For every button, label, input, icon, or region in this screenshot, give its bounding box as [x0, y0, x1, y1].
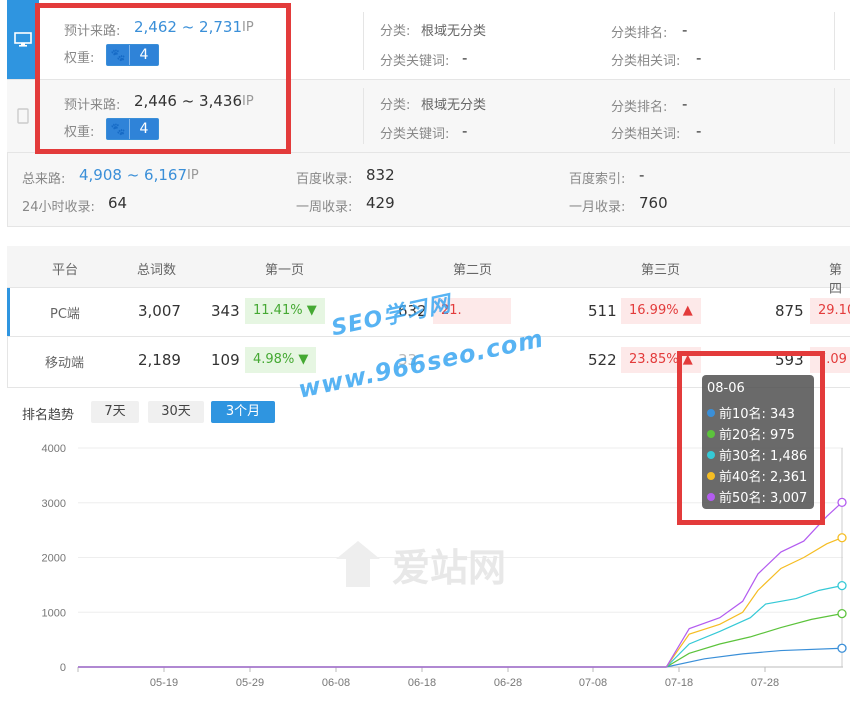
series-point-前50名 — [837, 497, 847, 508]
th-page4: 第四 — [829, 263, 843, 297]
cat-label-2: 分类: — [380, 98, 411, 113]
highlight-box-weights — [35, 3, 291, 154]
x-tick-label: 07-08 — [579, 677, 607, 689]
td-total-mobile: 2,189 — [138, 351, 181, 369]
aizhan-watermark: 爱站网 — [330, 537, 506, 592]
rank-value-1: - — [682, 21, 688, 39]
pct-p1-mobile: 4.98% ▼ — [245, 347, 317, 373]
catkw-value-2: - — [462, 122, 468, 140]
td-p1-pc: 343 — [211, 302, 240, 320]
catkw-label-1: 分类关键词: — [380, 54, 450, 69]
baidu-value: 832 — [366, 166, 395, 184]
th-page2: 第二页 — [453, 263, 493, 278]
range-7d-button[interactable]: 7天 — [91, 401, 139, 423]
month-value: 760 — [639, 194, 668, 212]
highlight-box-tooltip — [677, 351, 825, 525]
row-active-indicator — [7, 288, 10, 336]
total-label: 总来路: — [22, 172, 66, 187]
series-line-前30名 — [78, 585, 843, 668]
x-tick-label: 05-19 — [150, 677, 178, 689]
y-tick-label: 1000 — [42, 607, 66, 619]
pct-p1-pc: 11.41% ▼ — [245, 298, 325, 324]
x-tick-label: 06-28 — [494, 677, 522, 689]
rank-value-2: - — [682, 95, 688, 113]
trend-label: 排名趋势 — [22, 408, 75, 423]
week-label: 一周收录: — [296, 200, 353, 215]
td-platform-mobile: 移动端 — [45, 356, 85, 371]
rel-value-1: - — [696, 49, 702, 67]
rel-label-1: 分类相关词: — [611, 54, 681, 69]
rank-label-2: 分类排名: — [611, 100, 668, 115]
total-value: 4,908 ~ 6,167 — [79, 166, 187, 184]
series-line-前10名 — [78, 647, 843, 668]
th-page1: 第一页 — [265, 263, 305, 278]
monitor-icon — [14, 31, 32, 47]
row-divider — [7, 336, 850, 337]
td-p3-mobile: 522 — [588, 351, 617, 369]
table-header-row — [7, 246, 850, 288]
y-tick-label: 3000 — [42, 498, 66, 510]
td-total-pc: 3,007 — [138, 302, 181, 320]
x-tick-label: 07-28 — [751, 677, 779, 689]
h24-value: 64 — [108, 194, 128, 212]
index-label: 百度索引: — [569, 172, 626, 187]
catkw-value-1: - — [462, 49, 468, 67]
divider — [363, 12, 364, 70]
series-point-前10名 — [837, 643, 847, 653]
y-tick-label: 4000 — [42, 443, 66, 455]
y-tick-label: 0 — [60, 662, 66, 674]
cat-label-1: 分类: — [380, 24, 411, 39]
th-platform: 平台 — [52, 263, 79, 278]
pct-p4-pc: 29.10 — [810, 298, 850, 324]
index-value: - — [639, 166, 645, 184]
series-point-前40名 — [837, 533, 847, 543]
x-tick-label: 07-18 — [665, 677, 693, 689]
y-tick-label: 2000 — [42, 553, 66, 565]
pct-p3-pc: 16.99% ▲ — [621, 298, 701, 324]
th-page3: 第三页 — [641, 263, 681, 278]
x-tick-label: 06-18 — [408, 677, 436, 689]
catkw-label-2: 分类关键词: — [380, 127, 450, 142]
h24-label: 24小时收录: — [22, 200, 95, 215]
week-value: 429 — [366, 194, 395, 212]
divider — [834, 88, 835, 144]
rel-label-2: 分类相关词: — [611, 127, 681, 142]
aizhan-logo-icon — [336, 540, 380, 587]
baidu-label: 百度收录: — [296, 172, 353, 187]
divider — [363, 88, 364, 144]
th-total: 总词数 — [137, 263, 177, 278]
td-p1-mobile: 109 — [211, 351, 240, 369]
series-line-前20名 — [78, 613, 843, 668]
td-p3-pc: 511 — [588, 302, 617, 320]
rank-label-1: 分类排名: — [611, 26, 668, 41]
phone-icon — [17, 108, 29, 124]
td-platform-pc: PC端 — [50, 307, 80, 322]
x-tick-label: 05-29 — [236, 677, 264, 689]
series-point-前30名 — [837, 580, 847, 591]
month-label: 一月收录: — [569, 200, 626, 215]
td-p4-pc: 875 — [775, 302, 804, 320]
divider — [834, 12, 835, 70]
range-30d-button[interactable]: 30天 — [148, 401, 204, 423]
series-point-前20名 — [837, 608, 847, 619]
range-3m-button[interactable]: 3个月 — [211, 401, 275, 423]
cat-value-2: 根域无分类 — [421, 98, 487, 113]
total-unit: IP — [187, 168, 199, 183]
x-tick-label: 06-08 — [322, 677, 350, 689]
aizhan-watermark-text: 爱站网 — [392, 546, 507, 590]
rel-value-2: - — [696, 122, 702, 140]
cat-value-1: 根域无分类 — [421, 24, 487, 39]
